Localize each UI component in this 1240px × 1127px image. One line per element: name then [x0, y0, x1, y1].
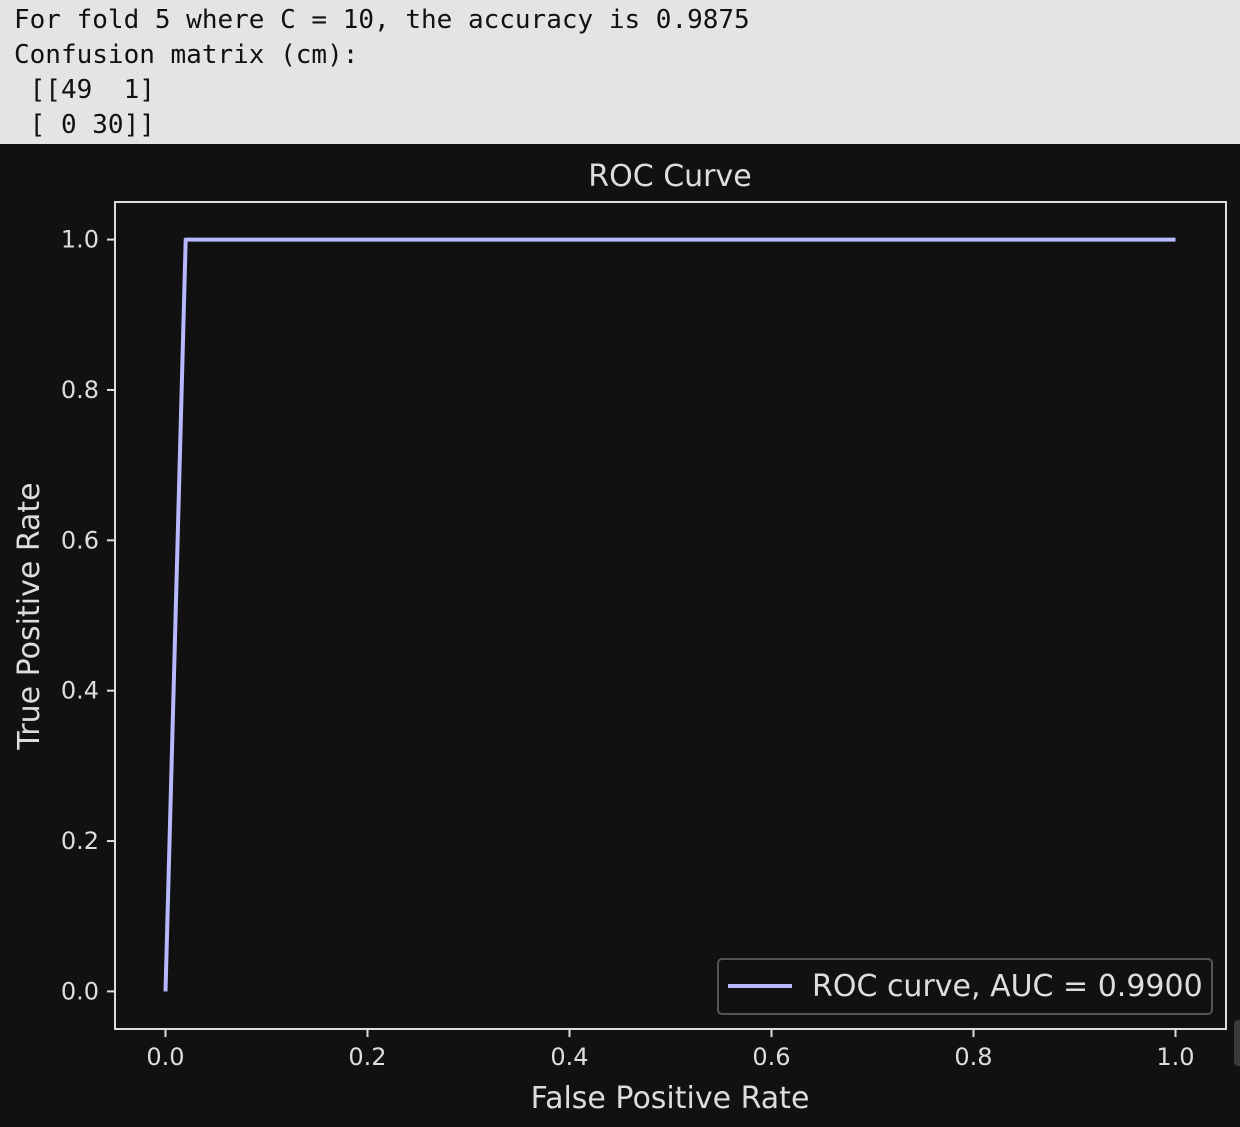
y-tick-label: 1.0: [61, 226, 99, 254]
console-output: For fold 5 where C = 10, the accuracy is…: [0, 0, 1240, 144]
plot-output: ROC Curve 0.0 0.2 0.4 0.6 0.8 1.0 0.0 0.2 0.4 0.…: [0, 144, 1240, 1122]
y-tick-label: 0.4: [61, 677, 99, 705]
y-axis-label: True Positive Rate: [12, 482, 47, 750]
console-line-cm-header: Confusion matrix (cm):: [14, 40, 359, 70]
roc-chart: ROC Curve 0.0 0.2 0.4 0.6 0.8 1.0 0.00.20.40.…: [12, 159, 1227, 1116]
legend: ROC curve, AUC = 0.9900: [717, 958, 1213, 1015]
y-tick-label: 0.6: [61, 526, 99, 554]
x-tick-label: 0.4: [550, 1043, 588, 1071]
axes-frame: [114, 201, 1227, 1030]
y-axis: 0.0 0.2 0.4 0.6 0.8 1.0: [61, 226, 115, 1005]
y-tick-label: 0.2: [61, 827, 99, 855]
console-line-accuracy: For fold 5 where C = 10, the accuracy is…: [14, 5, 750, 35]
x-tick-label: 0.8: [954, 1043, 992, 1071]
console-line-cm-row-2: [ 0 30]]: [14, 110, 155, 140]
chart-title: ROC Curve: [588, 159, 751, 194]
x-axis: 0.0 0.2 0.4 0.6 0.8 1.0: [146, 1029, 1195, 1071]
y-tick-label: 0.0: [61, 977, 99, 1005]
scroll-handle[interactable]: [1234, 1020, 1240, 1066]
legend-label: ROC curve, AUC = 0.9900: [812, 969, 1203, 1004]
x-tick-label: 0.6: [752, 1043, 790, 1071]
console-line-cm-row-1: [[49 1]: [14, 75, 155, 105]
x-tick-label: 1.0: [1156, 1043, 1194, 1071]
y-tick-label: 0.8: [61, 376, 99, 404]
x-tick-label: 0.2: [348, 1043, 386, 1071]
x-axis-label: False Positive Rate: [531, 1081, 810, 1116]
x-tick-label: 0.0: [146, 1043, 184, 1071]
